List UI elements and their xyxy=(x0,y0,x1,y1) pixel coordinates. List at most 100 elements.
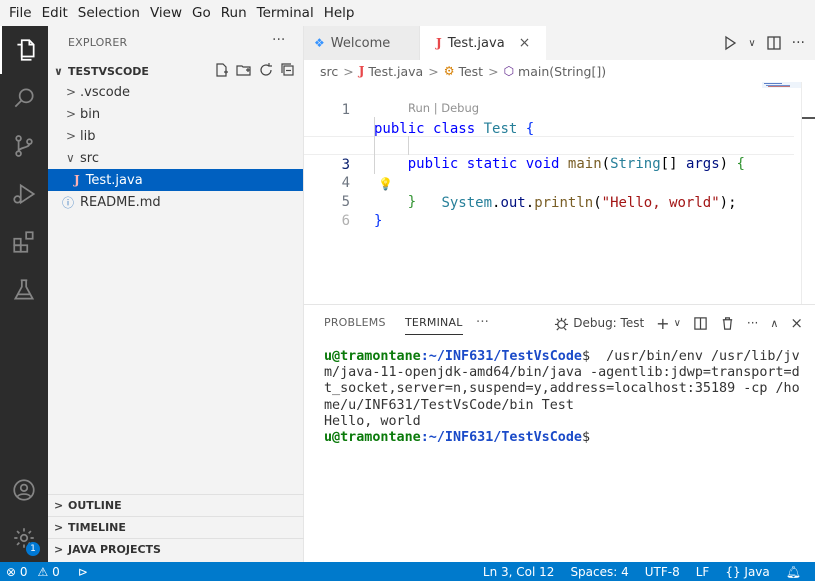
warnings-count[interactable]: ⚠ 0 xyxy=(38,565,60,579)
menu-selection[interactable]: Selection xyxy=(73,0,145,26)
editor-more-button[interactable]: ··· xyxy=(792,35,805,51)
account-button[interactable] xyxy=(0,466,48,514)
terminal-select-label: Debug: Test xyxy=(573,316,645,330)
chevron-right-icon: > xyxy=(54,521,64,534)
terminal-prompt-path: :~/INF631/TestVsCode xyxy=(420,349,582,364)
workspace-header[interactable]: ∨ TESTVSCODE xyxy=(48,60,304,82)
workspace-label: TESTVSCODE xyxy=(68,64,149,78)
close-icon[interactable]: × xyxy=(519,35,531,51)
new-file-icon[interactable] xyxy=(214,62,230,78)
scrollbar-cursor-marker xyxy=(802,117,815,119)
account-icon xyxy=(13,479,35,501)
tree-item-vscode[interactable]: > .vscode xyxy=(48,81,303,103)
run-debug-status-icon[interactable]: ⊳ xyxy=(78,565,88,579)
tab-terminal[interactable]: TERMINAL xyxy=(405,305,463,341)
trash-icon[interactable] xyxy=(720,316,735,331)
chevron-right-icon: > xyxy=(428,63,439,79)
tree-item-label: .vscode xyxy=(80,84,130,100)
minimap[interactable] xyxy=(762,82,802,304)
tree-item-lib[interactable]: > lib xyxy=(48,125,303,147)
chevron-right-icon: > xyxy=(66,107,77,121)
editor-tab-bar: ❖ Welcome J Test.java × ∨ ··· xyxy=(304,26,815,60)
run-dropdown-chevron-icon[interactable]: ∨ xyxy=(748,38,755,49)
tree-item-test-java[interactable]: J Test.java xyxy=(48,169,303,191)
terminal-output[interactable]: u@tramontane:~/INF631/TestVsCode$ /usr/b… xyxy=(324,349,804,446)
chevron-right-icon: > xyxy=(54,543,64,556)
tab-test-java[interactable]: J Test.java × xyxy=(420,26,546,60)
menu-edit[interactable]: Edit xyxy=(37,0,73,26)
extensions-button[interactable] xyxy=(0,218,48,266)
add-terminal-dropdown-icon[interactable]: ∨ xyxy=(674,318,681,329)
status-bar: ⊗ 0 ⚠ 0 ⊳ Ln 3, Col 12 Spaces: 4 UTF-8 L… xyxy=(0,562,815,581)
run-debug-button[interactable] xyxy=(0,170,48,218)
add-terminal-icon[interactable]: + xyxy=(656,314,669,333)
terminal-prompt-end: $ xyxy=(582,349,591,364)
cursor-position[interactable]: Ln 3, Col 12 xyxy=(483,565,555,579)
java-projects-section[interactable]: > JAVA PROJECTS xyxy=(48,538,304,560)
breadcrumb-method[interactable]: main(String[]) xyxy=(518,64,606,79)
tree-item-label: src xyxy=(80,150,99,166)
source-control-button[interactable] xyxy=(0,122,48,170)
menu-terminal[interactable]: Terminal xyxy=(252,0,319,26)
menu-help[interactable]: Help xyxy=(319,0,360,26)
editor-scrollbar[interactable] xyxy=(801,82,815,304)
indentation[interactable]: Spaces: 4 xyxy=(570,565,628,579)
maximize-panel-icon[interactable]: ∧ xyxy=(770,317,778,330)
tab-label: Test.java xyxy=(447,35,505,51)
breadcrumb-file[interactable]: Test.java xyxy=(368,64,423,79)
brace: } xyxy=(374,213,383,229)
source-control-icon xyxy=(15,135,33,157)
bottom-panel: PROBLEMS TERMINAL ··· Debug: Test + ∨ ··… xyxy=(304,304,815,562)
split-editor-icon[interactable] xyxy=(766,35,782,51)
explorer-sidebar: EXPLORER ··· ∨ TESTVSCODE > .vscode > bi… xyxy=(48,26,304,562)
class-icon: ⚙ xyxy=(443,64,455,78)
tree-item-label: lib xyxy=(80,128,96,144)
menu-view[interactable]: View xyxy=(145,0,187,26)
search-button[interactable] xyxy=(0,74,48,122)
encoding[interactable]: UTF-8 xyxy=(645,565,680,579)
tab-welcome[interactable]: ❖ Welcome xyxy=(304,26,420,60)
code-editor[interactable]: 1 public class Test { Run | Debug 2 publ… xyxy=(304,82,815,304)
extensions-icon xyxy=(13,231,34,253)
menu-file[interactable]: File xyxy=(4,0,37,26)
explorer-button[interactable] xyxy=(0,26,48,74)
new-folder-icon[interactable] xyxy=(236,62,252,78)
breadcrumb-class[interactable]: Test xyxy=(458,64,483,79)
panel-more-tabs-button[interactable]: ··· xyxy=(476,305,489,341)
chevron-right-icon: > xyxy=(488,63,499,79)
refresh-icon[interactable] xyxy=(258,62,274,78)
code-line: 6 xyxy=(304,193,794,229)
code-line: 2 public static void main(String[] args)… xyxy=(304,117,794,172)
collapse-all-icon[interactable] xyxy=(280,62,296,78)
tree-item-bin[interactable]: > bin xyxy=(48,103,303,125)
timeline-section[interactable]: > TIMELINE xyxy=(48,516,304,538)
end-of-line[interactable]: LF xyxy=(696,565,710,579)
activity-bar: 1 xyxy=(0,26,48,562)
sidebar-more-button[interactable]: ··· xyxy=(272,32,285,48)
code-line: 1 public class Test { xyxy=(304,82,794,137)
outline-label: OUTLINE xyxy=(68,499,122,512)
manage-button[interactable]: 1 xyxy=(0,514,48,562)
split-terminal-icon[interactable] xyxy=(693,316,708,331)
files-icon xyxy=(17,39,35,61)
tree-item-label: bin xyxy=(80,106,101,122)
tree-item-src[interactable]: ∨ src xyxy=(48,147,303,169)
errors-count[interactable]: ⊗ 0 xyxy=(6,565,28,579)
tree-item-readme[interactable]: ⓘ README.md xyxy=(48,191,303,213)
chevron-right-icon: > xyxy=(66,85,77,99)
testing-icon xyxy=(13,279,35,300)
language-mode[interactable]: {} Java xyxy=(725,565,769,579)
menu-run[interactable]: Run xyxy=(216,0,252,26)
breadcrumb-folder[interactable]: src xyxy=(320,64,338,79)
tab-problems[interactable]: PROBLEMS xyxy=(324,305,386,341)
terminal-select[interactable]: Debug: Test xyxy=(554,316,644,331)
menu-go[interactable]: Go xyxy=(187,0,216,26)
testing-button[interactable] xyxy=(0,266,48,314)
outline-section[interactable]: > OUTLINE xyxy=(48,494,304,516)
run-debug-icon xyxy=(13,183,36,205)
codelens-run-debug[interactable]: Run | Debug xyxy=(408,101,479,115)
run-icon[interactable] xyxy=(722,35,738,51)
panel-more-button[interactable]: ··· xyxy=(747,316,758,330)
notifications-bell-icon[interactable]: 🔔︎ xyxy=(786,565,801,579)
close-panel-icon[interactable]: × xyxy=(790,314,803,332)
